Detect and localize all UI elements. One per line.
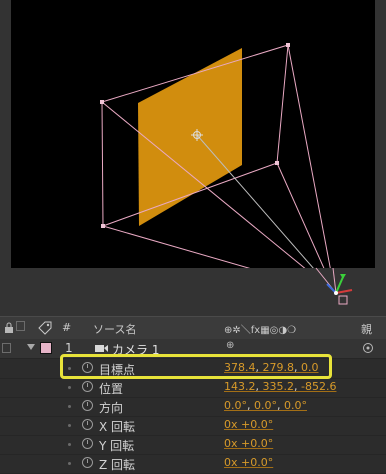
property-label: 方向 — [99, 401, 124, 415]
parent-pickwhip-icon[interactable] — [362, 342, 374, 354]
property-row-position[interactable]: 位置 143.2, 335.2, -852.6 — [0, 378, 386, 398]
stopwatch-icon[interactable] — [82, 381, 93, 392]
layer-number: 1 — [65, 341, 73, 355]
stopwatch-icon[interactable] — [82, 419, 93, 430]
composition-viewer — [0, 0, 386, 316]
property-label: 位置 — [99, 382, 124, 396]
label-color-swatch[interactable] — [40, 342, 52, 354]
property-value[interactable]: 0x +0.0° — [224, 437, 273, 450]
timeline-column-header: # ソース名 ⊕✲＼fx▦◎◑❍ 親 — [0, 316, 386, 340]
property-label: Y 回転 — [99, 439, 135, 453]
layer-switch-icon[interactable]: ⊕ — [226, 340, 234, 351]
twirl-down-icon[interactable] — [27, 344, 35, 350]
property-label: Z 回転 — [99, 458, 136, 472]
property-row-y-rotation[interactable]: Y 回転 0x +0.0° — [0, 435, 386, 455]
property-value[interactable]: 0x +0.0° — [224, 456, 273, 469]
property-row-orientation[interactable]: 方向 0.0°, 0.0°, 0.0° — [0, 397, 386, 417]
column-number-header[interactable]: # — [62, 321, 71, 334]
camera-icon — [95, 345, 108, 352]
stopwatch-icon[interactable] — [82, 438, 93, 449]
property-row-x-rotation[interactable]: X 回転 0x +0.0° — [0, 416, 386, 436]
property-value[interactable]: 143.2, 335.2, -852.6 — [224, 380, 336, 393]
column-switches-header[interactable]: ⊕✲＼fx▦◎◑❍ — [224, 321, 296, 336]
x-axis-arrow-icon[interactable] — [335, 289, 353, 294]
label-tag-icon[interactable] — [37, 321, 53, 335]
y-axis-arrow-icon[interactable] — [335, 276, 344, 294]
column-source-name-header[interactable]: ソース名 — [93, 321, 136, 337]
property-value[interactable]: 0x +0.0° — [224, 418, 273, 431]
highlight-callout-box — [60, 354, 332, 379]
camera-body-icon[interactable] — [338, 295, 348, 305]
column-parent-header[interactable]: 親 — [361, 321, 372, 337]
lock-icon[interactable] — [4, 322, 14, 334]
property-row-z-rotation[interactable]: Z 回転 0x +0.0° — [0, 454, 386, 474]
camera-gizmo[interactable] — [0, 0, 386, 316]
stopwatch-icon[interactable] — [82, 400, 93, 411]
visibility-toggle[interactable] — [2, 343, 11, 353]
property-value[interactable]: 0.0°, 0.0°, 0.0° — [224, 399, 307, 412]
property-label: X 回転 — [99, 420, 136, 434]
column-divider — [16, 321, 25, 331]
stopwatch-icon[interactable] — [82, 457, 93, 468]
timeline-panel: # ソース名 ⊕✲＼fx▦◎◑❍ 親 1 カメラ 1 ⊕ 目標点 378.4, … — [0, 316, 386, 474]
